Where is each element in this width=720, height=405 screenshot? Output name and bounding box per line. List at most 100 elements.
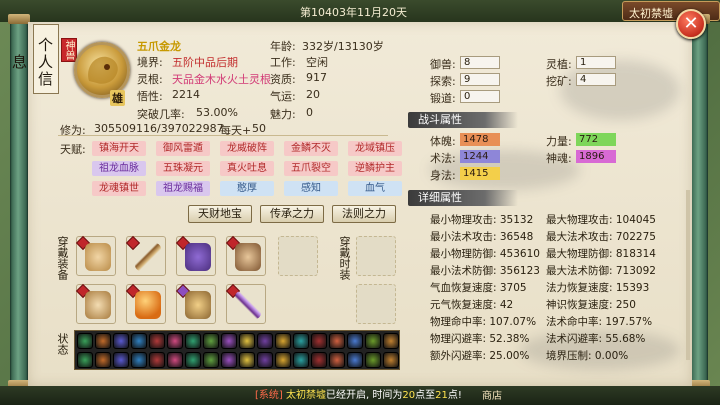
status-effect-icon[interactable] bbox=[365, 352, 381, 368]
rank-tag: 神兽 bbox=[61, 38, 77, 62]
equip-slot-ring[interactable] bbox=[175, 283, 216, 324]
tansuo-value: 9 bbox=[460, 73, 500, 86]
equip-slot-bracer[interactable] bbox=[175, 235, 216, 276]
detail-stat: 额外闪避率: 25.00% bbox=[430, 350, 530, 362]
charm-label: 魅力: bbox=[270, 108, 296, 121]
status-effect-icon[interactable] bbox=[257, 352, 273, 368]
status-effect-icon[interactable] bbox=[113, 352, 129, 368]
fashion-slot-1[interactable] bbox=[356, 236, 396, 276]
status-effect-icon[interactable] bbox=[293, 352, 309, 368]
talent-tag[interactable]: 金鳞不灭 bbox=[284, 141, 338, 156]
status-effect-icon[interactable] bbox=[131, 352, 147, 368]
scroll-rod-left bbox=[8, 14, 30, 390]
equip-slot-boots[interactable] bbox=[225, 235, 266, 276]
detail-stat: 最大物理攻击: 104045 bbox=[546, 214, 656, 226]
shenfa-label: 身法: bbox=[430, 169, 456, 182]
talent-tag[interactable]: 镇海开天 bbox=[92, 141, 146, 156]
detail-scrollbar[interactable] bbox=[686, 190, 690, 360]
status-effect-icon[interactable] bbox=[95, 352, 111, 368]
status-effect-icon[interactable] bbox=[311, 333, 327, 349]
close-button[interactable]: ✕ bbox=[676, 9, 706, 39]
detail-stat: 物理闪避率: 52.38% bbox=[430, 333, 530, 345]
lingzhi-label: 灵植: bbox=[546, 58, 572, 71]
detail-stat: 最大物理防御: 818314 bbox=[546, 248, 656, 260]
job-label: 工作: bbox=[270, 56, 296, 69]
daily-gain-value: 50 bbox=[252, 122, 266, 135]
status-effect-icon[interactable] bbox=[185, 333, 201, 349]
status-effect-icon[interactable] bbox=[293, 333, 309, 349]
status-effect-icon[interactable] bbox=[113, 333, 129, 349]
status-effect-icon[interactable] bbox=[221, 352, 237, 368]
status-effect-icon[interactable] bbox=[221, 333, 237, 349]
talent-tag[interactable]: 真火吐息 bbox=[220, 161, 274, 176]
status-effect-icon[interactable] bbox=[275, 352, 291, 368]
status-effect-icon[interactable] bbox=[149, 352, 165, 368]
gender-badge: 雄 bbox=[110, 90, 125, 106]
fashion-slot-2[interactable] bbox=[356, 284, 396, 324]
detail-stat: 物理命中率: 107.07% bbox=[430, 316, 537, 328]
status-effect-icon[interactable] bbox=[149, 333, 165, 349]
equip-slot-weapon[interactable] bbox=[225, 283, 266, 324]
announce-end: 21 bbox=[435, 390, 448, 401]
law-button[interactable]: 法则之力 bbox=[332, 205, 396, 223]
status-effect-icon[interactable] bbox=[239, 333, 255, 349]
talent-tag[interactable]: 祖龙赐福 bbox=[156, 181, 210, 196]
status-effect-icon[interactable] bbox=[239, 352, 255, 368]
status-effect-icon[interactable] bbox=[347, 352, 363, 368]
status-effect-icon[interactable] bbox=[95, 333, 111, 349]
status-effect-icon[interactable] bbox=[185, 352, 201, 368]
talent-tag[interactable]: 憨厚 bbox=[220, 181, 274, 196]
talent-tag[interactable]: 逆鳞护主 bbox=[348, 161, 402, 176]
status-effect-icon[interactable] bbox=[383, 333, 399, 349]
detail-stat: 法力恢复速度: 15393 bbox=[546, 282, 650, 294]
age-label: 年龄: bbox=[270, 40, 296, 53]
wakuang-value: 4 bbox=[576, 73, 616, 86]
status-effect-icon[interactable] bbox=[203, 352, 219, 368]
talent-tag[interactable]: 血气 bbox=[348, 181, 402, 196]
status-effect-icon[interactable] bbox=[167, 352, 183, 368]
equip-slot-sword[interactable] bbox=[125, 235, 166, 276]
status-effect-icon[interactable] bbox=[347, 333, 363, 349]
equip-slot-empty[interactable] bbox=[278, 236, 318, 276]
shenhun-label: 神魂: bbox=[546, 152, 572, 165]
talent-tag[interactable]: 龙域镇压 bbox=[348, 141, 402, 156]
detail-stat: 最大法术防御: 713092 bbox=[546, 265, 656, 277]
status-effect-icon[interactable] bbox=[329, 352, 345, 368]
status-effect-icon[interactable] bbox=[365, 333, 381, 349]
status-effect-icon[interactable] bbox=[311, 352, 327, 368]
status-effect-icon[interactable] bbox=[329, 333, 345, 349]
talent-tag[interactable]: 五珠凝元 bbox=[156, 161, 210, 176]
announce-start: 20 bbox=[402, 390, 416, 401]
equip-slot-robe[interactable] bbox=[75, 235, 116, 276]
talent-tag[interactable]: 龙魂镇世 bbox=[92, 181, 146, 196]
talent-tag[interactable]: 感知 bbox=[284, 181, 338, 196]
talent-tag[interactable]: 龙威破阵 bbox=[220, 141, 274, 156]
status-effect-icon[interactable] bbox=[167, 333, 183, 349]
talent-tag[interactable]: 御风雷遁 bbox=[156, 141, 210, 156]
wisdom-value: 2214 bbox=[172, 88, 200, 101]
detail-stat: 元气恢复速度: 42 bbox=[430, 299, 514, 311]
status-effect-icon[interactable] bbox=[275, 333, 291, 349]
realm-label: 境界: bbox=[137, 56, 163, 69]
status-effect-icon[interactable] bbox=[131, 333, 147, 349]
treasure-button[interactable]: 天财地宝 bbox=[188, 205, 252, 223]
status-effect-icon[interactable] bbox=[77, 333, 93, 349]
inheritance-button[interactable]: 传承之力 bbox=[260, 205, 324, 223]
equip-slot-orb[interactable] bbox=[125, 283, 166, 324]
talent-tag[interactable]: 祖龙血脉 bbox=[92, 161, 146, 176]
status-effect-icon[interactable] bbox=[257, 333, 273, 349]
shop-shortcut[interactable]: 商店 bbox=[482, 387, 502, 405]
luck-label: 气运: bbox=[270, 90, 296, 103]
detail-stat: 最大法术攻击: 702275 bbox=[546, 231, 656, 243]
yushou-label: 御兽: bbox=[430, 58, 456, 71]
equip-slot-scroll[interactable] bbox=[75, 283, 116, 324]
status-effect-icon[interactable] bbox=[203, 333, 219, 349]
game-screen: 第10403年11月20天 太初禁墟 ✕ 个人信息 神兽 雄 五爪金龙 境界: … bbox=[0, 0, 720, 405]
status-effect-icon[interactable] bbox=[77, 352, 93, 368]
talent-tag[interactable]: 五爪裂空 bbox=[284, 161, 338, 176]
charm-value: 0 bbox=[306, 106, 313, 119]
detail-stat: 最小物理攻击: 35132 bbox=[430, 214, 534, 226]
status-effect-icon[interactable] bbox=[383, 352, 399, 368]
panel-title: 个人信息 bbox=[10, 24, 59, 94]
announcement-text: [系统] 太初禁墟已经开启, 时间为20点至21点! bbox=[255, 386, 462, 405]
